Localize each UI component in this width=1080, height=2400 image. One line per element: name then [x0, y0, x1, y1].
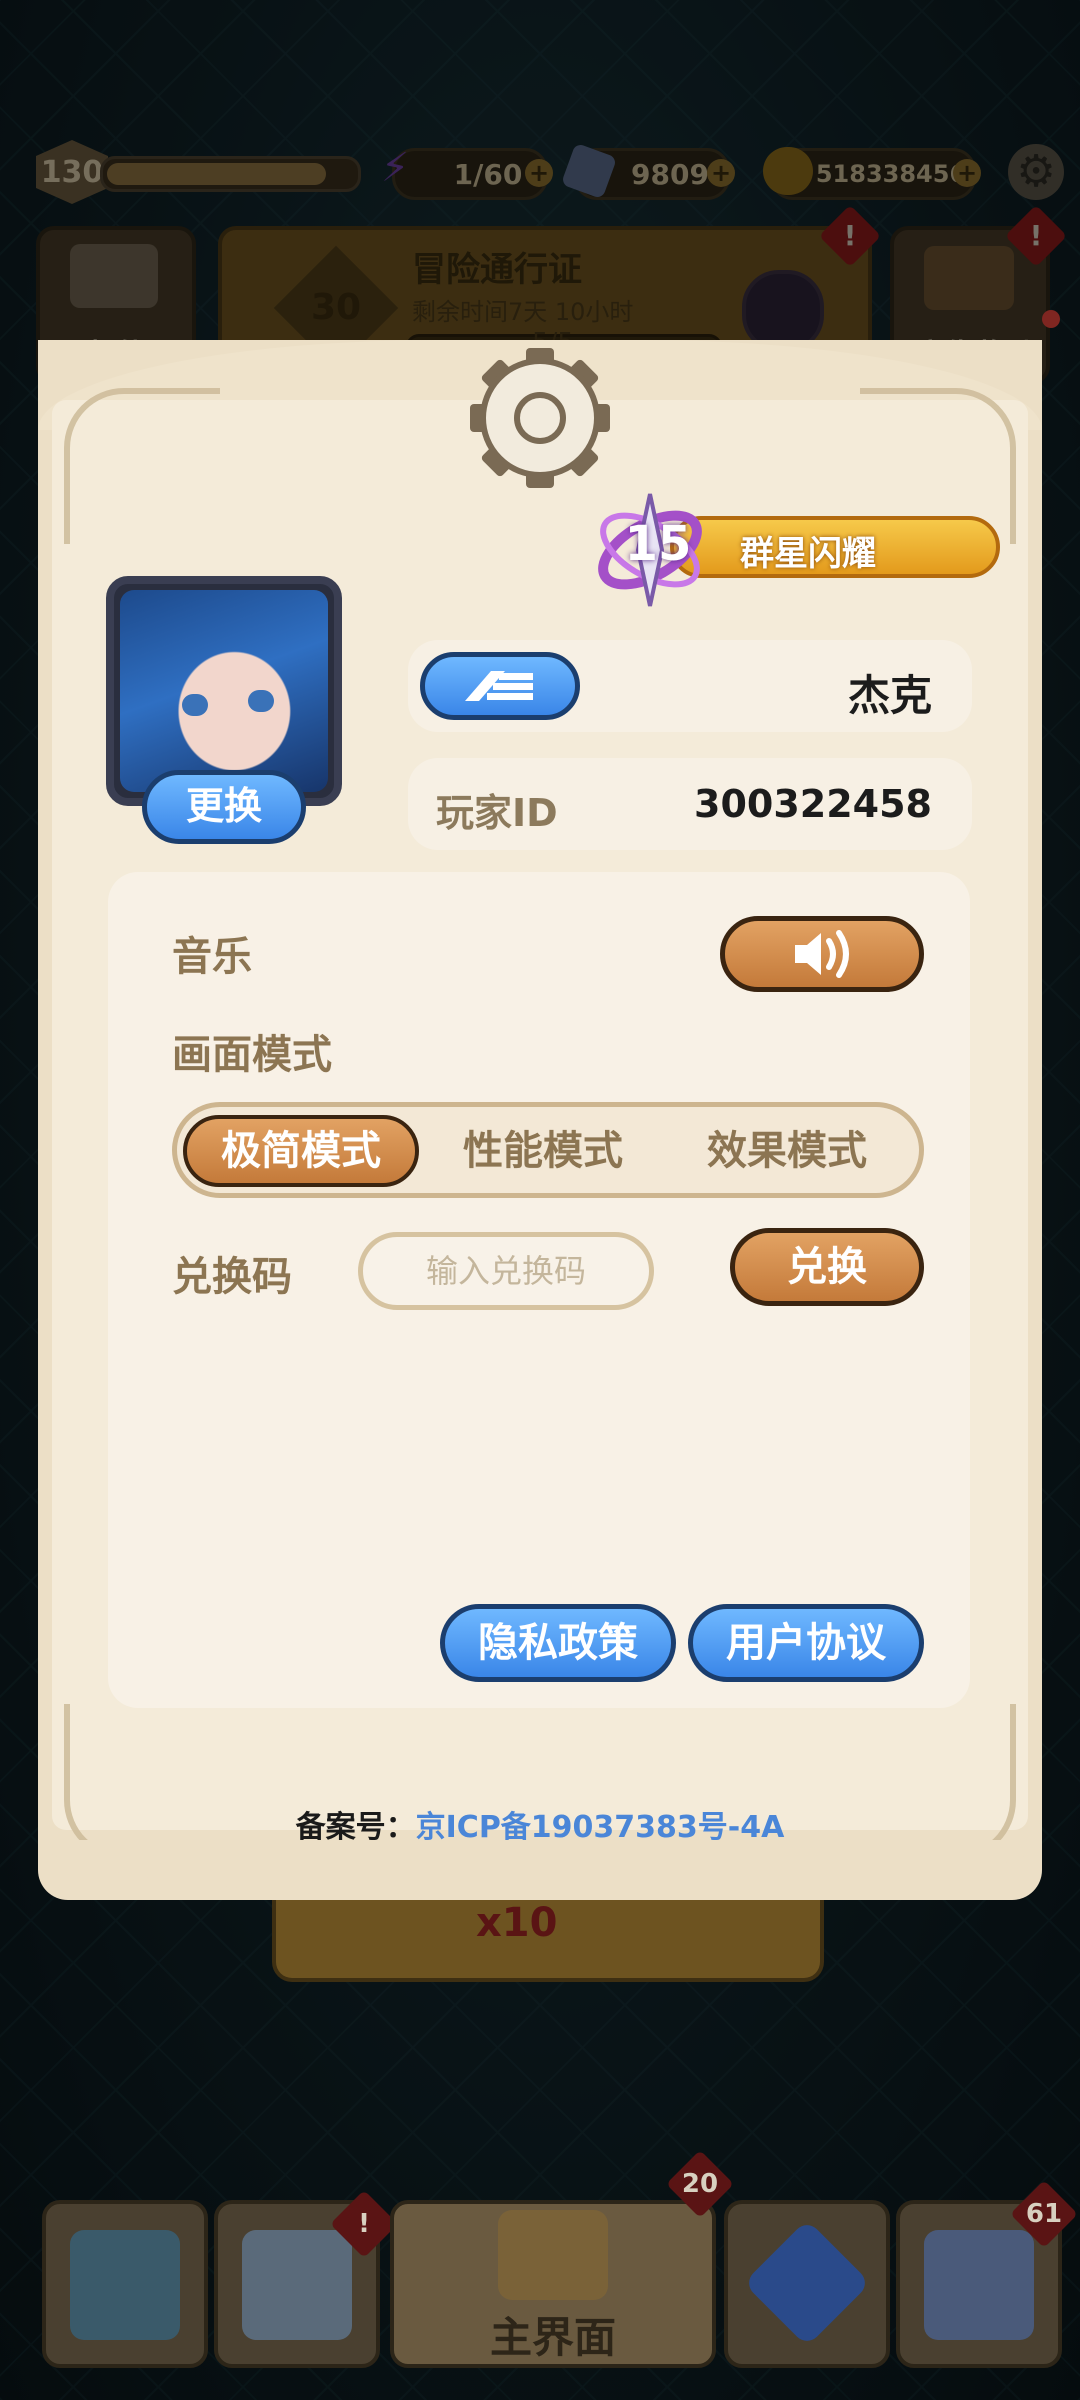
player-title-badge[interactable]: 15 群星闪耀 [590, 490, 1010, 607]
icp-label: 备案号： [295, 1810, 416, 1845]
privacy-policy-button[interactable]: 隐私政策 [440, 1604, 676, 1682]
player-name-row: 杰克 [408, 640, 972, 732]
mode-option-quality[interactable]: 效果模式 [669, 1115, 905, 1187]
treasure-chest-icon [70, 2230, 180, 2340]
icp-number-link[interactable]: 京ICP备19037383号-4A [416, 1810, 785, 1845]
ornament-corner-top-left [64, 388, 220, 544]
museum-badge-count: 61 [1025, 2199, 1063, 2229]
energy-cost-text: x10 [476, 1900, 558, 1946]
player-id-row: 玩家ID 300322458 [408, 758, 972, 850]
settings-title-gear-icon [470, 348, 610, 488]
nav-item-skills[interactable] [724, 2200, 890, 2368]
nav-main-label: 主界面 [489, 2313, 616, 2362]
edit-pencil-icon [465, 671, 533, 701]
player-id-value: 300322458 [694, 782, 932, 826]
title-level: 15 [624, 516, 692, 572]
graphics-mode-label: 画面模式 [172, 1032, 332, 1078]
museum-building-icon [924, 2230, 1034, 2340]
change-avatar-button[interactable]: 更换 [142, 770, 306, 844]
music-toggle-button[interactable] [720, 916, 924, 992]
nav-item-chest[interactable] [42, 2200, 208, 2368]
speaker-icon [795, 930, 849, 978]
redeem-code-input[interactable]: 输入兑换码 [358, 1232, 654, 1310]
title-name: 群星闪耀 [740, 534, 876, 574]
skill-tree-icon [743, 2219, 871, 2347]
settings-modal: 15 群星闪耀 更换 杰克 玩家ID 300322458 音乐 画面模式 极简模… [38, 340, 1042, 1900]
main-badge-count: 20 [681, 2169, 719, 2199]
challenge-panel-remnant: x10 [272, 1900, 824, 1982]
settings-card: 音乐 画面模式 极简模式 性能模式 效果模式 兑换码 输入兑换码 兑换 隐私政策… [108, 872, 970, 1708]
nav-item-main[interactable]: 主界面 [390, 2200, 716, 2368]
mode-option-performance[interactable]: 性能模式 [425, 1115, 661, 1187]
edit-name-button[interactable] [420, 652, 580, 720]
redeem-code-label: 兑换码 [172, 1254, 292, 1300]
redeem-button[interactable]: 兑换 [730, 1228, 924, 1306]
avatar-portrait [120, 590, 328, 792]
music-label: 音乐 [172, 934, 252, 980]
player-name: 杰克 [847, 671, 932, 720]
equipment-alert-glyph: ! [358, 2209, 370, 2239]
user-agreement-button[interactable]: 用户协议 [688, 1604, 924, 1682]
sword-shield-icon [242, 2230, 352, 2340]
player-id-label: 玩家ID [436, 791, 558, 835]
icp-record: 备案号：京ICP备19037383号-4A [38, 1802, 1042, 1846]
mode-option-minimal[interactable]: 极简模式 [183, 1115, 419, 1187]
graphics-mode-selector: 极简模式 性能模式 效果模式 [172, 1102, 924, 1198]
castle-icon [498, 2210, 608, 2300]
